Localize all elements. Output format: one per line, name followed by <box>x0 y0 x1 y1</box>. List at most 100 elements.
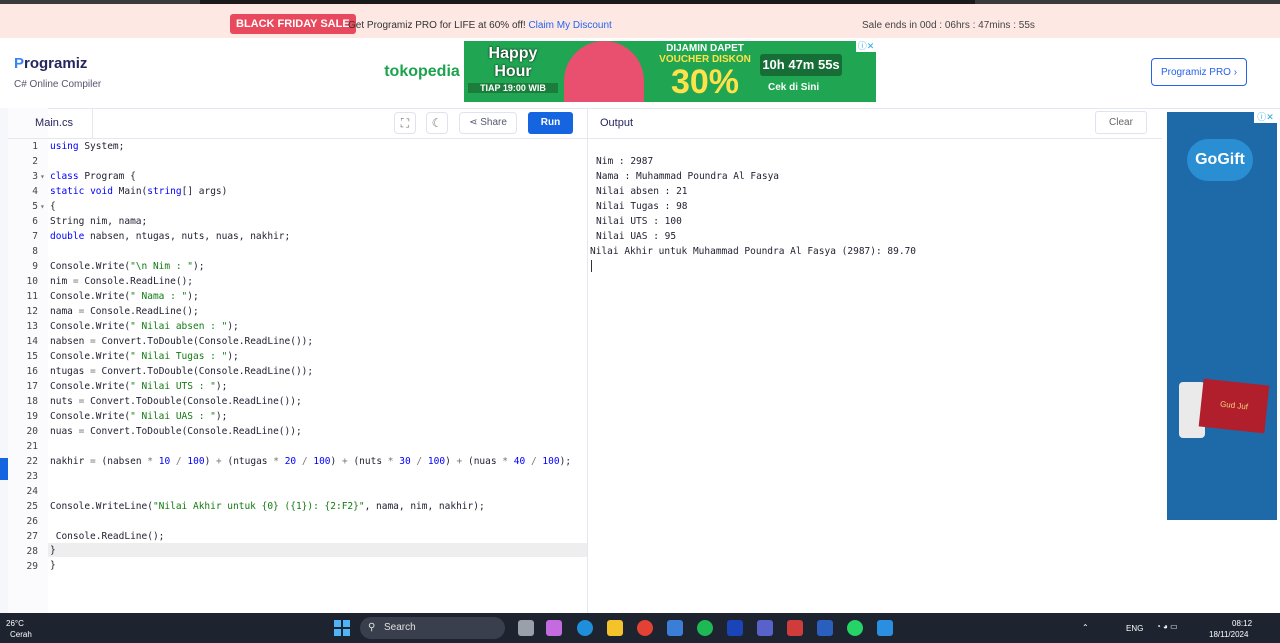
word-icon[interactable] <box>817 620 833 636</box>
code-line: } <box>50 560 56 571</box>
wifi-icon[interactable]: ◔ ◕ ▭ <box>1156 622 1178 631</box>
code-line: Console.Write("\n Nim : "); <box>50 261 205 272</box>
sidebar-active-item[interactable] <box>0 458 8 480</box>
clock-time[interactable]: 08:12 <box>1232 619 1252 628</box>
line-number: 22 <box>26 456 38 467</box>
run-button[interactable]: Run <box>528 112 573 134</box>
black-friday-badge: BLACK FRIDAY SALE <box>230 14 356 34</box>
line-number: 24 <box>26 486 38 497</box>
code-line: Console.WriteLine("Nilai Akhir untuk {0}… <box>50 501 485 512</box>
line-number: 27 <box>26 531 38 542</box>
code-line: ntugas = Convert.ToDouble(Console.ReadLi… <box>50 366 314 377</box>
whatsapp-icon[interactable] <box>847 620 863 636</box>
store-icon[interactable] <box>667 620 683 636</box>
windows-start-icon[interactable] <box>334 620 350 636</box>
pane-divider[interactable] <box>587 108 588 613</box>
app-l-icon[interactable] <box>727 620 743 636</box>
output-line: Nilai UTS : 100 <box>596 216 682 227</box>
line-number: 23 <box>26 471 38 482</box>
code-line: class Program { <box>50 171 136 182</box>
recorder-icon[interactable] <box>787 620 803 636</box>
clear-button[interactable]: Clear <box>1095 111 1147 134</box>
code-line: String nim, nama; <box>50 216 148 227</box>
happy-hour-text: Happy Hour TIAP 19:00 WIB <box>468 45 558 99</box>
share-button[interactable]: ⋖ Share <box>459 112 517 134</box>
copilot-icon[interactable] <box>546 620 562 636</box>
current-line-highlight <box>48 543 587 557</box>
output-line: Nim : 2987 <box>596 156 654 167</box>
teams-icon[interactable] <box>757 620 773 636</box>
gogift-logo: GoGift <box>1187 139 1253 181</box>
weather-temp[interactable]: 26°C <box>6 619 24 628</box>
tokopedia-logo: tokopedia <box>380 41 464 102</box>
code-line: Console.Write(" Nilai UAS : "); <box>50 411 228 422</box>
clock-date[interactable]: 18/11/2024 <box>1209 630 1248 639</box>
code-line: nama = Console.ReadLine(); <box>50 306 199 317</box>
line-number: 4 <box>32 186 38 197</box>
ad-cta[interactable]: Cek di Sini <box>768 82 819 93</box>
dark-mode-icon[interactable]: ☾ <box>426 112 448 134</box>
code-line: nuas = Convert.ToDouble(Console.ReadLine… <box>50 426 302 437</box>
side-ad-banner[interactable]: GoGift Gud Juf <box>1167 112 1277 520</box>
top-ad-banner[interactable]: tokopedia Happy Hour TIAP 19:00 WIB DIJA… <box>380 41 876 102</box>
taskbar-search[interactable]: ⚲ Search <box>360 617 505 639</box>
language-indicator[interactable]: ENG <box>1126 624 1143 633</box>
code-line: Console.ReadLine(); <box>50 531 165 542</box>
weather-text[interactable]: Cerah <box>10 630 32 639</box>
task-view-icon[interactable] <box>518 620 534 636</box>
line-number: 21 <box>26 441 38 452</box>
line-number: 7 <box>32 231 38 242</box>
line-number: 11 <box>26 291 38 302</box>
output-header <box>588 108 1162 139</box>
output-line: Nama : Muhammad Poundra Al Fasya <box>596 171 780 182</box>
line-number: 13 <box>26 321 38 332</box>
share-icon: ⋖ <box>469 117 481 128</box>
line-number: 28 <box>26 546 38 557</box>
fold-arrow-icon[interactable]: ▾ <box>40 199 45 214</box>
chevron-up-icon[interactable]: ⌃ <box>1082 623 1089 632</box>
line-number: 19 <box>26 411 38 422</box>
claim-discount-link[interactable]: Claim My Discount <box>528 20 611 31</box>
line-number: 15 <box>26 351 38 362</box>
fullscreen-icon[interactable]: ⛶ <box>394 112 416 134</box>
edge-icon[interactable] <box>577 620 593 636</box>
line-number: 29 <box>26 561 38 572</box>
programiz-pro-button[interactable]: Programiz PRO › <box>1151 58 1247 86</box>
code-line: double nabsen, ntugas, nuts, nuas, nakhi… <box>50 231 291 242</box>
line-number: 1 <box>32 141 38 152</box>
output-line: Nilai UAS : 95 <box>596 231 677 242</box>
code-line: nabsen = Convert.ToDouble(Console.ReadLi… <box>50 336 314 347</box>
output-cursor <box>591 260 592 272</box>
code-line: Console.Write(" Nama : "); <box>50 291 199 302</box>
ad-close-icon[interactable]: ⓘ✕ <box>856 41 876 52</box>
output-line: Nilai Tugas : 98 <box>596 201 688 212</box>
line-number: 25 <box>26 501 38 512</box>
code-line: Console.Write(" Nilai Tugas : "); <box>50 351 239 362</box>
output-title: Output <box>600 117 634 129</box>
gift-image <box>564 41 644 102</box>
vscode-icon[interactable] <box>877 620 893 636</box>
gift-card-image: Gud Juf <box>1198 378 1270 434</box>
code-line: nim = Console.ReadLine(); <box>50 276 194 287</box>
page-subtitle: C# Online Compiler <box>14 79 102 90</box>
side-ad-close-icon[interactable]: ⓘ✕ <box>1254 112 1277 123</box>
code-line: Console.Write(" Nilai UTS : "); <box>50 381 228 392</box>
ad-timer: 10h 47m 55s <box>760 54 842 76</box>
code-line: nuts = Convert.ToDouble(Console.ReadLine… <box>50 396 302 407</box>
line-number: 6 <box>32 216 38 227</box>
code-line: } <box>50 545 56 556</box>
line-number: 18 <box>26 396 38 407</box>
programiz-logo[interactable]: Programiz <box>14 55 87 72</box>
line-number: 5 <box>32 201 38 212</box>
spotify-icon[interactable] <box>697 620 713 636</box>
promo-message: Get Programiz PRO for LIFE at 60% off! <box>348 20 526 31</box>
tab-main-cs[interactable]: Main.cs <box>16 108 93 138</box>
chrome-icon[interactable] <box>637 620 653 636</box>
fold-arrow-icon[interactable]: ▾ <box>40 169 45 184</box>
line-number: 14 <box>26 336 38 347</box>
file-explorer-icon[interactable] <box>607 620 623 636</box>
promo-text: Get Programiz PRO for LIFE at 60% off! C… <box>348 20 612 31</box>
code-line: Console.Write(" Nilai absen : "); <box>50 321 239 332</box>
line-number: 12 <box>26 306 38 317</box>
line-number: 2 <box>32 156 38 167</box>
